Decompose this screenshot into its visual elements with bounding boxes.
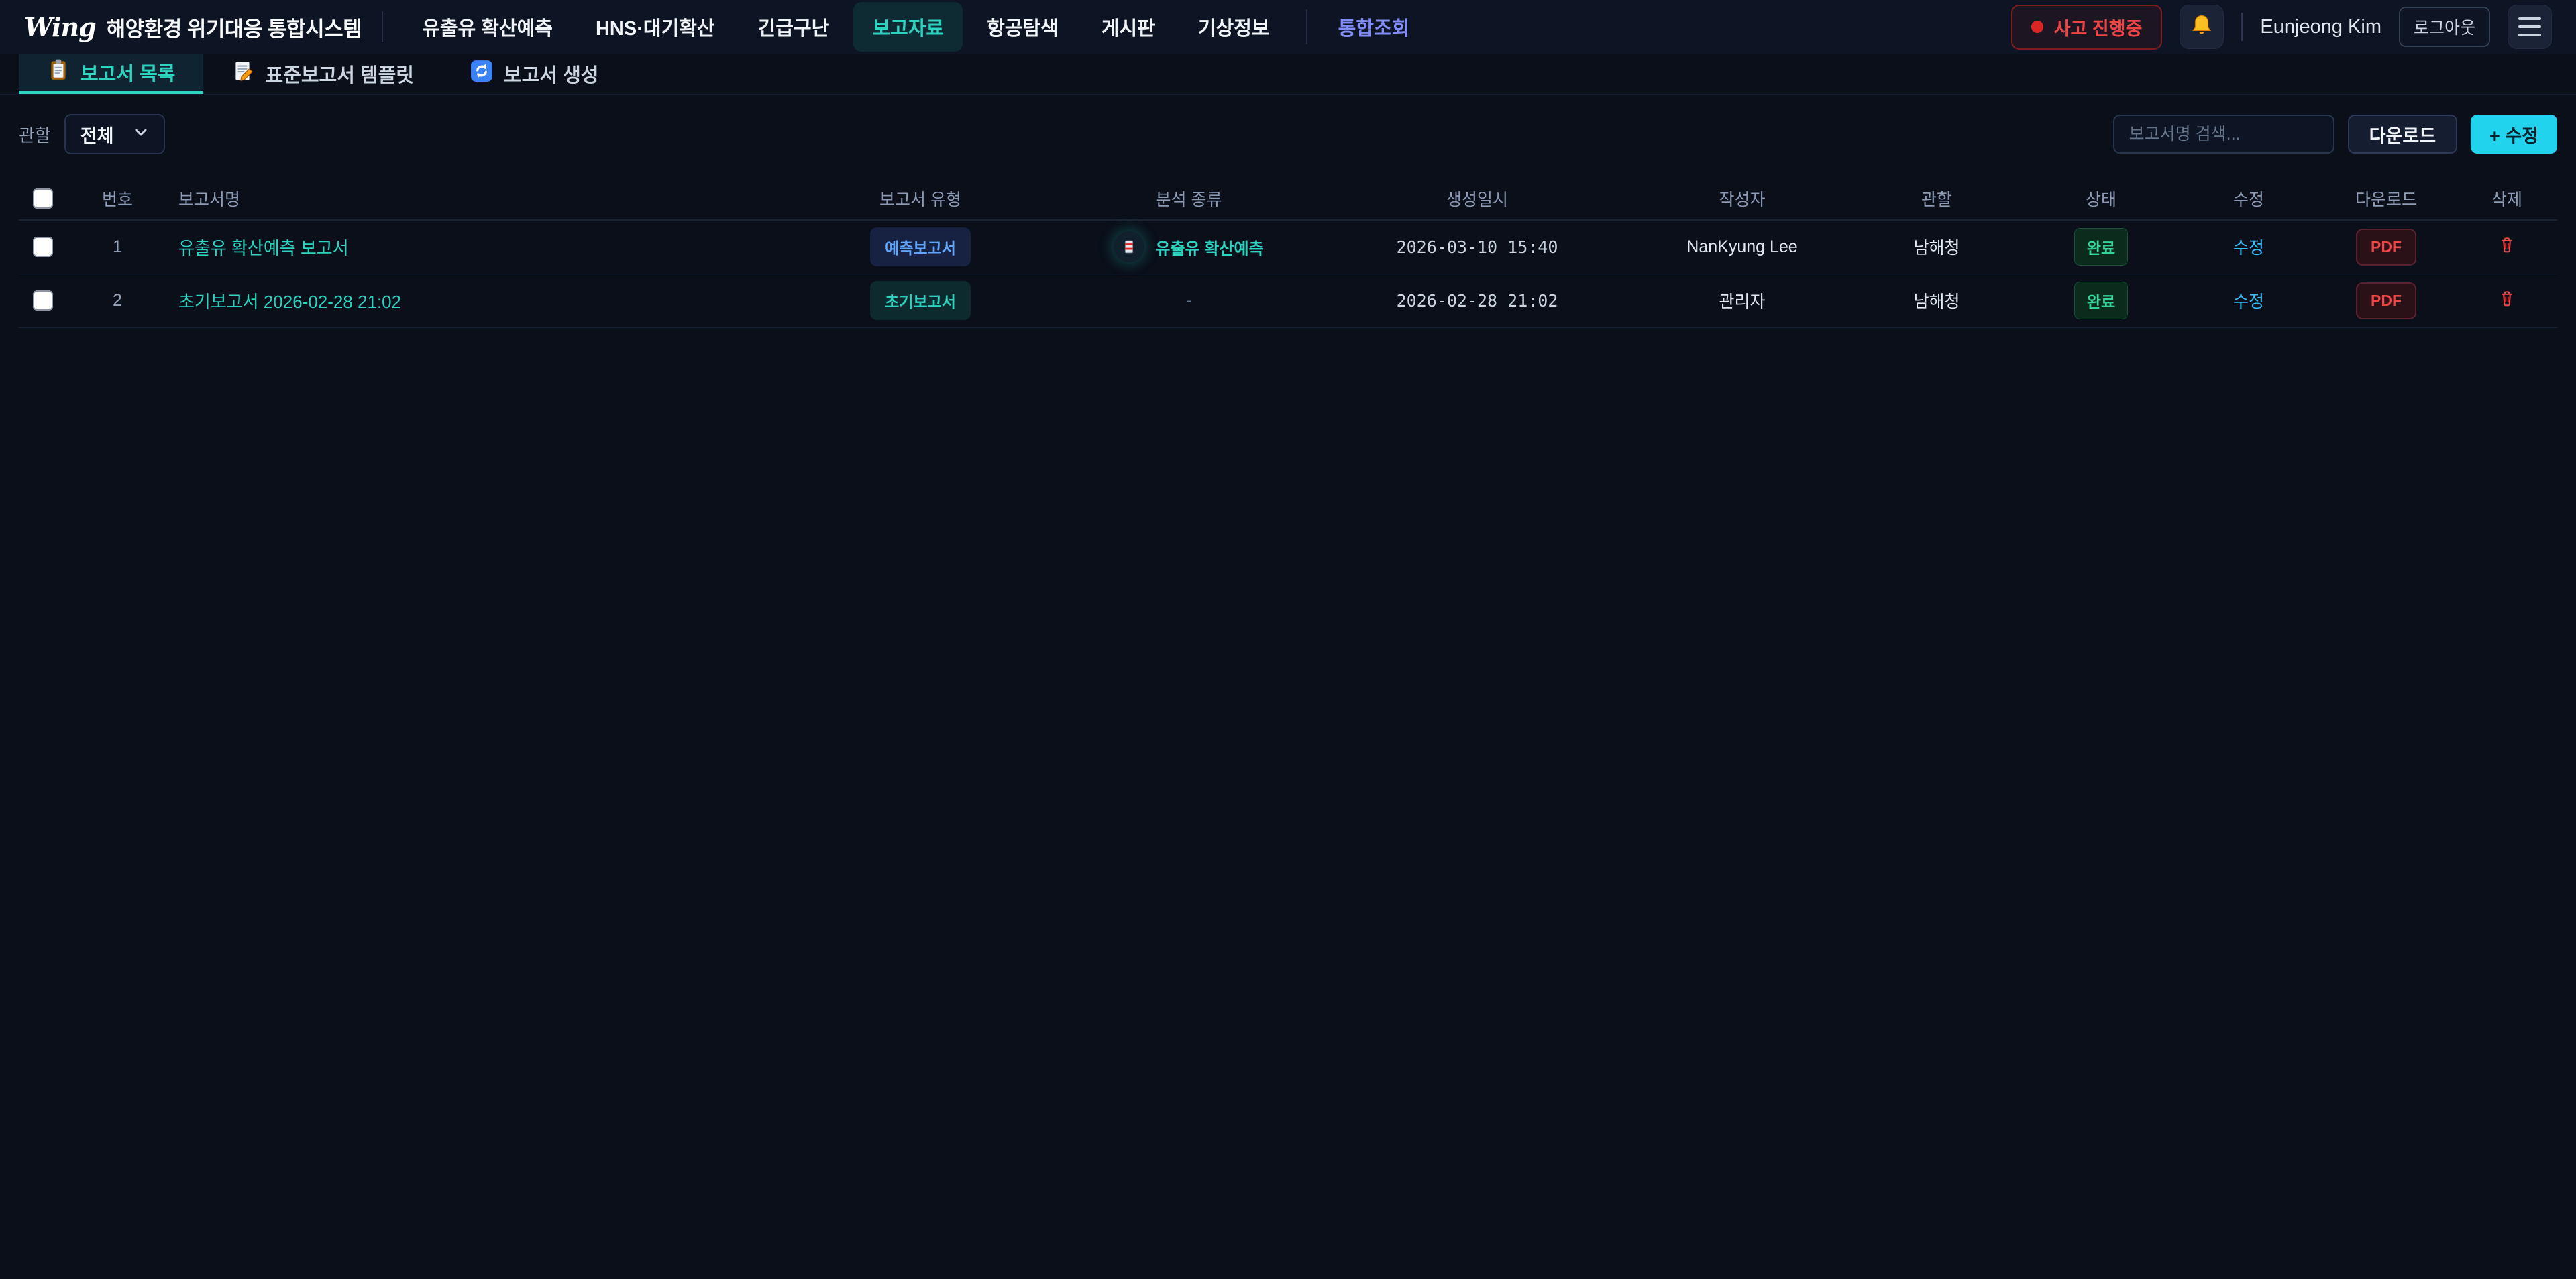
delete-button[interactable]: [2498, 235, 2516, 256]
main-nav: 유출유 확산예측 HNS·대기확산 긴급구난 보고자료 항공탐색 게시판 기상정…: [403, 2, 1428, 52]
col-header-status: 상태: [2021, 177, 2182, 220]
logo-wing-icon: Wing: [24, 12, 96, 42]
tab-report-create[interactable]: 보고서 생성: [442, 54, 627, 94]
delete-button[interactable]: [2498, 289, 2516, 310]
report-type-badge: 초기보고서: [870, 281, 971, 320]
table-row: 2 초기보고서 2026-02-28 21:02 초기보고서 - 2026-02…: [19, 274, 2557, 327]
jurisdiction-filter-label: 관할: [19, 122, 51, 147]
row-no: 1: [67, 220, 168, 274]
main-content: 관할 전체 다운로드 + 수정 번호 보고서명 보고서 유형 분석 종류 생성일…: [0, 114, 2576, 328]
trash-icon: [2498, 300, 2516, 310]
col-header-jurisdiction: 관할: [1853, 177, 2021, 220]
col-header-no: 번호: [67, 177, 168, 220]
header-right: 사고 진행중 Eunjeong Kim 로그아웃: [2011, 5, 2552, 50]
table-row: 1 유출유 확산예측 보고서 예측보고서 유출유 확산예측: [19, 220, 2557, 274]
row-checkbox[interactable]: [33, 237, 53, 257]
memo-pencil-icon: [231, 60, 254, 88]
user-name: Eunjeong Kim: [2260, 16, 2381, 38]
jurisdiction: 남해청: [1853, 274, 2021, 327]
incident-badge-label: 사고 진행중: [2054, 14, 2143, 40]
nav-item-oil-spill[interactable]: 유출유 확산예측: [403, 2, 572, 52]
col-header-download: 다운로드: [2316, 177, 2457, 220]
pdf-download-button[interactable]: PDF: [2356, 282, 2416, 319]
report-search-input[interactable]: [2113, 115, 2334, 154]
header-divider: [382, 11, 383, 42]
trash-icon: [2498, 246, 2516, 256]
edit-link[interactable]: 수정: [2233, 292, 2264, 311]
col-header-report-type: 보고서 유형: [786, 177, 1055, 220]
edit-link[interactable]: 수정: [2233, 239, 2264, 258]
report-name-link[interactable]: 초기보고서 2026-02-28 21:02: [178, 292, 401, 312]
author: NanKyung Lee: [1631, 220, 1853, 274]
nav-item-integrated-search[interactable]: 통합조회: [1320, 2, 1429, 52]
col-header-author: 작성자: [1631, 177, 1853, 220]
author: 관리자: [1631, 274, 1853, 327]
status-badge: 완료: [2074, 282, 2128, 319]
bell-icon: [2190, 13, 2214, 41]
jurisdiction-select-value: 전체: [80, 121, 114, 148]
created-at: 2026-03-10 15:40: [1323, 220, 1631, 274]
analysis-type: 유출유 확산예측: [1114, 231, 1263, 262]
jurisdiction-select[interactable]: 전체: [64, 114, 165, 154]
pdf-download-button[interactable]: PDF: [2356, 229, 2416, 266]
notifications-button[interactable]: [2180, 5, 2224, 49]
col-header-created: 생성일시: [1323, 177, 1631, 220]
clipboard-icon: [47, 58, 70, 87]
tab-report-list-label: 보고서 목록: [80, 58, 175, 87]
col-header-analysis-type: 분석 종류: [1055, 177, 1323, 220]
nav-separator: [1306, 9, 1307, 44]
report-type-badge: 예측보고서: [870, 227, 971, 266]
col-header-report-name: 보고서명: [168, 177, 786, 220]
nav-item-rescue[interactable]: 긴급구난: [739, 2, 849, 52]
tab-report-list[interactable]: 보고서 목록: [19, 54, 203, 94]
app-header: Wing 해양환경 위기대응 통합시스템 유출유 확산예측 HNS·대기확산 긴…: [0, 0, 2576, 54]
analysis-type-label: 유출유 확산예측: [1155, 235, 1263, 259]
tab-report-create-label: 보고서 생성: [504, 60, 598, 88]
app-logo: Wing 해양환경 위기대응 통합시스템: [24, 12, 362, 42]
refresh-icon: [470, 60, 493, 88]
row-no: 2: [67, 274, 168, 327]
logout-button[interactable]: 로그아웃: [2399, 7, 2490, 47]
nav-item-reports[interactable]: 보고자료: [853, 2, 963, 52]
col-header-edit: 수정: [2182, 177, 2316, 220]
jurisdiction: 남해청: [1853, 220, 2021, 274]
chevron-down-icon: [133, 124, 149, 145]
app-title: 해양환경 위기대응 통합시스템: [107, 12, 362, 42]
created-at: 2026-02-28 21:02: [1323, 274, 1631, 327]
incident-dot-icon: [2031, 21, 2043, 33]
add-edit-button[interactable]: + 수정: [2471, 115, 2557, 154]
nav-item-board[interactable]: 게시판: [1083, 2, 1174, 52]
report-name-link[interactable]: 유출유 확산예측 보고서: [178, 238, 349, 258]
table-header-row: 번호 보고서명 보고서 유형 분석 종류 생성일시 작성자 관할 상태 수정 다…: [19, 177, 2557, 220]
nav-item-weather[interactable]: 기상정보: [1179, 2, 1289, 52]
nav-item-aerial-search[interactable]: 항공탐색: [968, 2, 1077, 52]
user-divider: [2241, 13, 2243, 41]
hamburger-icon: [2518, 17, 2541, 36]
select-all-cell: [19, 177, 67, 220]
row-checkbox[interactable]: [33, 290, 53, 311]
tab-bar: 보고서 목록 표준보고서 템플릿 보고서 생성: [0, 54, 2576, 95]
col-header-delete: 삭제: [2457, 177, 2557, 220]
menu-button[interactable]: [2508, 5, 2552, 49]
oil-drum-icon: [1114, 231, 1144, 262]
select-all-checkbox[interactable]: [33, 188, 53, 209]
tab-standard-template-label: 표준보고서 템플릿: [265, 60, 414, 88]
filter-row: 관할 전체 다운로드 + 수정: [19, 114, 2557, 154]
report-table: 번호 보고서명 보고서 유형 분석 종류 생성일시 작성자 관할 상태 수정 다…: [19, 177, 2557, 328]
nav-item-hns[interactable]: HNS·대기확산: [577, 2, 734, 52]
download-button[interactable]: 다운로드: [2348, 115, 2457, 154]
tab-standard-template[interactable]: 표준보고서 템플릿: [203, 54, 442, 94]
incident-status-badge: 사고 진행중: [2011, 5, 2163, 50]
status-badge: 완료: [2074, 228, 2128, 266]
analysis-type-empty: -: [1186, 291, 1191, 310]
